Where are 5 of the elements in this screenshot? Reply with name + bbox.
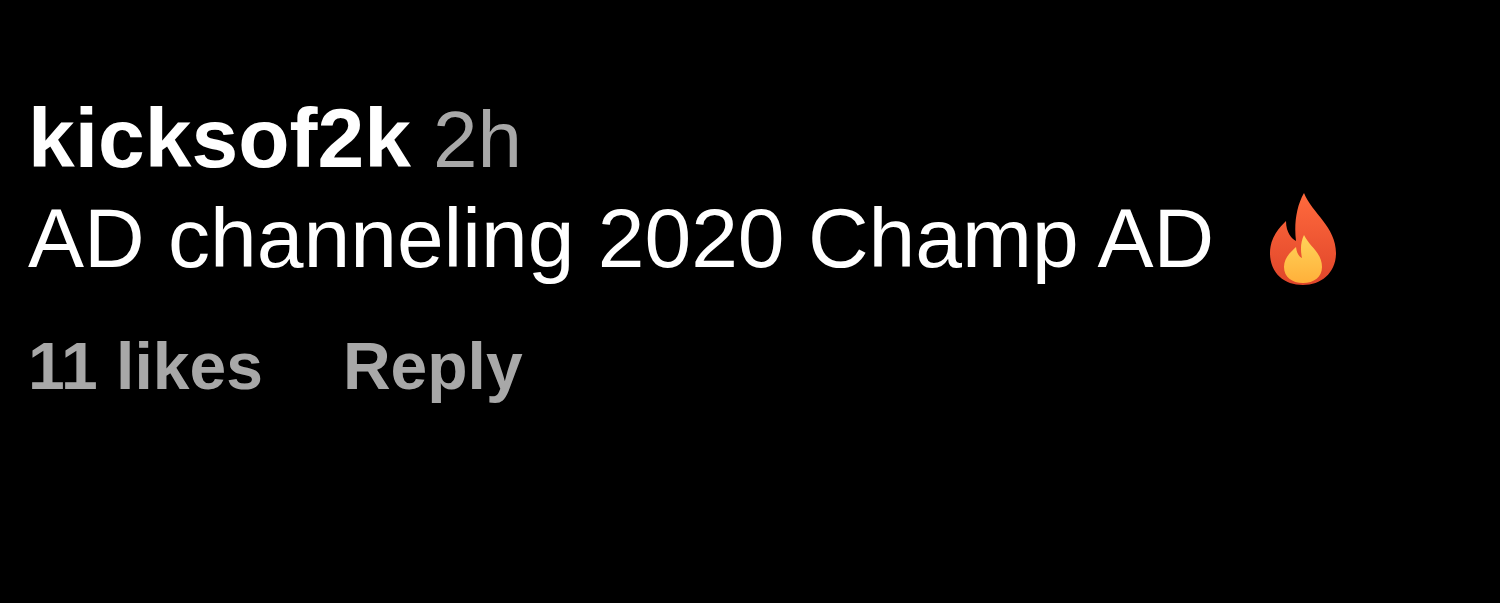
username[interactable]: kicksof2k bbox=[28, 92, 411, 185]
comment-text: AD channeling 2020 Champ AD bbox=[28, 190, 1215, 288]
reply-button[interactable]: Reply bbox=[342, 327, 523, 407]
like-count[interactable]: 11 likes bbox=[28, 327, 263, 407]
timestamp: 2h bbox=[432, 96, 522, 184]
